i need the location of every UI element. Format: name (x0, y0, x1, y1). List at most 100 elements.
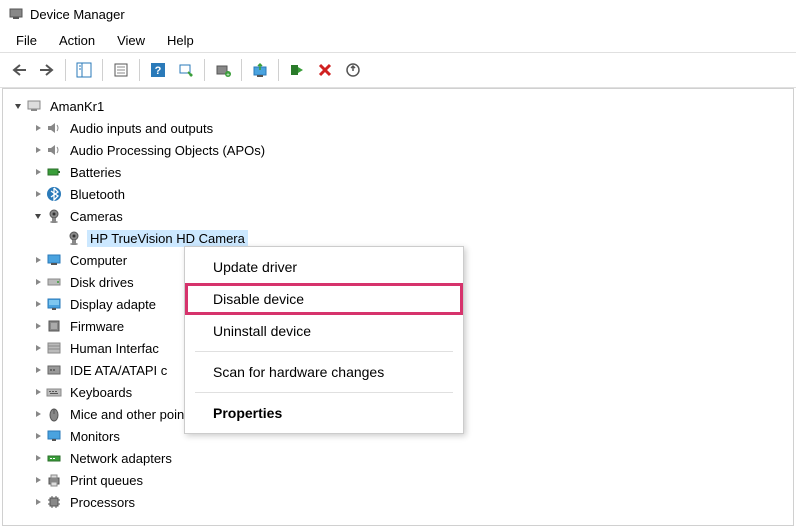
tree-expander-icon[interactable] (31, 473, 45, 487)
ide-icon (45, 361, 63, 379)
tree-category-printer[interactable]: Print queues (9, 469, 789, 491)
uninstall-device-button[interactable] (340, 57, 366, 83)
back-button[interactable] (6, 57, 32, 83)
tree-expander-icon[interactable] (31, 187, 45, 201)
tree-category-speaker[interactable]: Audio inputs and outputs (9, 117, 789, 139)
help-button[interactable]: ? (145, 57, 171, 83)
tree-node-label: Audio Processing Objects (APOs) (67, 142, 268, 159)
context-menu: Update driverDisable deviceUninstall dev… (184, 246, 464, 434)
tree-expander-icon[interactable] (31, 385, 45, 399)
app-icon (8, 6, 24, 22)
tree-category-battery[interactable]: Batteries (9, 161, 789, 183)
tree-expander-icon[interactable] (31, 297, 45, 311)
toolbar-separator (278, 59, 279, 81)
tree-expander-icon[interactable] (11, 99, 25, 113)
toolbar-separator (139, 59, 140, 81)
battery-icon (45, 163, 63, 181)
tree-node-label: HP TrueVision HD Camera (87, 230, 248, 247)
keyboard-icon (45, 383, 63, 401)
tree-category-bluetooth[interactable]: Bluetooth (9, 183, 789, 205)
tree-expander-icon[interactable] (31, 363, 45, 377)
tree-node-label: Firmware (67, 318, 127, 335)
titlebar: Device Manager (0, 0, 796, 28)
tree-node-label: Processors (67, 494, 138, 511)
mouse-icon (45, 405, 63, 423)
cpu-icon (45, 493, 63, 511)
forward-button[interactable] (34, 57, 60, 83)
computer-icon (45, 251, 63, 269)
tree-node-label: Cameras (67, 208, 126, 225)
tree-node-label: Print queues (67, 472, 146, 489)
tree-node-label: Disk drives (67, 274, 137, 291)
svg-text:?: ? (155, 65, 162, 77)
tree-expander-icon[interactable] (31, 121, 45, 135)
tree-expander-icon[interactable] (31, 407, 45, 421)
context-menu-separator (195, 392, 453, 393)
menu-file[interactable]: File (6, 31, 47, 50)
tree-node-label: Display adapte (67, 296, 159, 313)
update-driver-button[interactable] (247, 57, 273, 83)
tree-category-network[interactable]: Network adapters (9, 447, 789, 469)
menu-help[interactable]: Help (157, 31, 204, 50)
toolbar-separator (65, 59, 66, 81)
tree-category-cpu[interactable]: Processors (9, 491, 789, 513)
tree-node-label: Human Interfac (67, 340, 162, 357)
monitor-icon (45, 427, 63, 445)
context-menu-scan[interactable]: Scan for hardware changes (185, 356, 463, 388)
tree-root-node[interactable]: AmanKr1 (9, 95, 789, 117)
tree-node-label: Batteries (67, 164, 124, 181)
tree-expander-icon[interactable] (31, 143, 45, 157)
toolbar: ? + (0, 52, 796, 88)
root-icon (25, 97, 43, 115)
tree-node-label: Computer (67, 252, 130, 269)
tree-node-label: Keyboards (67, 384, 135, 401)
tree-expander-icon[interactable] (31, 341, 45, 355)
hid-icon (45, 339, 63, 357)
tree-expander-icon[interactable] (31, 495, 45, 509)
add-legacy-hardware-button[interactable]: + (210, 57, 236, 83)
window-title: Device Manager (30, 7, 125, 22)
context-menu-separator (195, 351, 453, 352)
network-icon (45, 449, 63, 467)
tree-expander-icon[interactable] (31, 275, 45, 289)
disable-device-button[interactable] (312, 57, 338, 83)
context-menu-props[interactable]: Properties (185, 397, 463, 429)
speaker-icon (45, 119, 63, 137)
tree-expander-icon[interactable] (31, 165, 45, 179)
toolbar-separator (102, 59, 103, 81)
chip-icon (45, 317, 63, 335)
toolbar-separator (241, 59, 242, 81)
menubar: File Action View Help (0, 28, 796, 52)
tree-expander-icon[interactable] (31, 319, 45, 333)
printer-icon (45, 471, 63, 489)
tree-node-label: Bluetooth (67, 186, 128, 203)
tree-node-label: Audio inputs and outputs (67, 120, 216, 137)
properties-button[interactable] (108, 57, 134, 83)
show-hide-console-tree-button[interactable] (71, 57, 97, 83)
tree-node-label: IDE ATA/ATAPI c (67, 362, 170, 379)
tree-expander-icon[interactable] (31, 209, 45, 223)
display-icon (45, 295, 63, 313)
tree-expander-icon[interactable] (51, 231, 65, 245)
menu-action[interactable]: Action (49, 31, 105, 50)
speaker-icon (45, 141, 63, 159)
svg-text:+: + (226, 73, 230, 79)
context-menu-disable[interactable]: Disable device (185, 283, 463, 315)
context-menu-uninstall[interactable]: Uninstall device (185, 315, 463, 347)
tree-node-label: AmanKr1 (47, 98, 107, 115)
enable-device-button[interactable] (284, 57, 310, 83)
camera-icon (65, 229, 83, 247)
toolbar-separator (204, 59, 205, 81)
tree-category-speaker[interactable]: Audio Processing Objects (APOs) (9, 139, 789, 161)
camera-icon (45, 207, 63, 225)
menu-view[interactable]: View (107, 31, 155, 50)
scan-hardware-button[interactable] (173, 57, 199, 83)
bluetooth-icon (45, 185, 63, 203)
tree-expander-icon[interactable] (31, 451, 45, 465)
context-menu-update[interactable]: Update driver (185, 251, 463, 283)
tree-expander-icon[interactable] (31, 253, 45, 267)
tree-expander-icon[interactable] (31, 429, 45, 443)
tree-category-camera[interactable]: Cameras (9, 205, 789, 227)
disk-icon (45, 273, 63, 291)
tree-node-label: Monitors (67, 428, 123, 445)
